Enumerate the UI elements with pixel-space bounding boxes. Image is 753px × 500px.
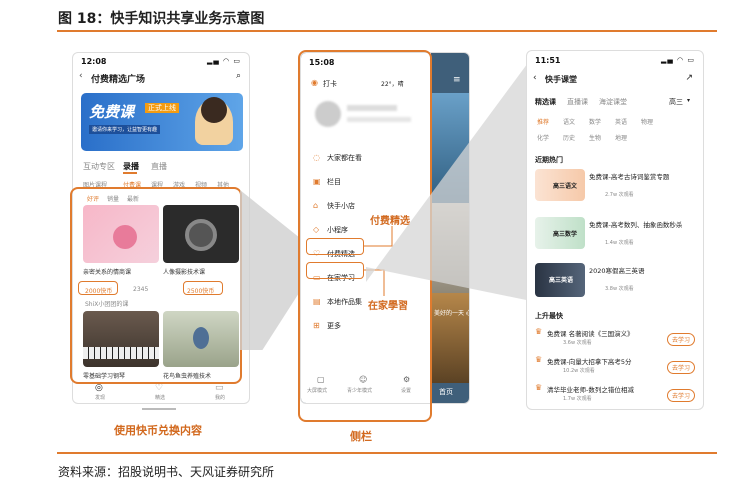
study-item-highlight bbox=[306, 262, 364, 279]
banner-subtitle: 正式上线 bbox=[145, 103, 179, 113]
tab-live[interactable]: 直播课 bbox=[567, 97, 588, 107]
hot-thumb-label: 高三数学 bbox=[553, 231, 578, 238]
subject-chip[interactable]: 英语 bbox=[615, 117, 627, 126]
banner-title: 免费课 bbox=[89, 103, 135, 121]
status-icons: ▂▄ ◠ ▭ bbox=[661, 56, 695, 64]
feed-image-bottom bbox=[431, 293, 469, 383]
study-button[interactable]: 去学习 bbox=[667, 389, 696, 402]
rising-meta: 3.6w 次观看 bbox=[563, 340, 592, 346]
figure-title: 图 18：快手知识共享业务示意图 bbox=[58, 11, 265, 27]
caption-use-kuaibi: 使用快币兑换内容 bbox=[114, 424, 202, 437]
subject-chip[interactable]: 化学 bbox=[537, 133, 549, 142]
hot-meta: 2.7w 次观看 bbox=[605, 192, 634, 198]
discover-icon[interactable]: ◎ bbox=[95, 383, 103, 393]
hot-title[interactable]: 2020寒假高三英语 bbox=[589, 265, 645, 275]
hot-thumb[interactable]: 高三英语 bbox=[535, 263, 585, 297]
tab-recorded[interactable]: 录播 bbox=[123, 161, 139, 172]
phone-kuaishou-classroom: 11:51 ▂▄ ◠ ▭ ‹ 快手课堂 ↗ 精选课 直播课 海淀课堂 高三 ▾ … bbox=[526, 50, 704, 410]
hot-thumb[interactable]: 高三语文 bbox=[535, 169, 585, 201]
grade-select[interactable]: 高三 bbox=[669, 97, 683, 107]
share-icon[interactable]: ↗ bbox=[685, 73, 693, 83]
subject-chip[interactable]: 生物 bbox=[589, 133, 601, 142]
caption-sidebar: 侧栏 bbox=[350, 430, 372, 443]
subject-chip[interactable]: 语文 bbox=[563, 117, 575, 126]
hot-thumb-label: 高三语文 bbox=[553, 183, 578, 190]
hot-thumb-label: 高三英语 bbox=[549, 277, 574, 284]
rising-title[interactable]: 免费课-向量大招拿下高考5分 bbox=[547, 356, 631, 366]
tab-live[interactable]: 直播 bbox=[151, 161, 167, 172]
subject-chip[interactable]: 物理 bbox=[641, 117, 653, 126]
tab-interactive[interactable]: 互动专区 bbox=[83, 161, 115, 172]
rising-meta: 10.2w 次观看 bbox=[563, 368, 595, 374]
rising-title[interactable]: 清华毕业老师-数列之错位相减 bbox=[547, 384, 634, 394]
back-icon[interactable]: ‹ bbox=[533, 73, 537, 83]
nav-discover[interactable]: 发现 bbox=[95, 394, 105, 401]
study-button[interactable]: 去学习 bbox=[667, 361, 696, 374]
home-indicator bbox=[142, 408, 176, 410]
bottom-rule bbox=[57, 452, 717, 454]
course-grid-highlight bbox=[70, 187, 242, 384]
crown-icon: ♛ bbox=[535, 355, 543, 364]
back-icon[interactable]: ‹ bbox=[79, 71, 83, 81]
crown-icon: ♛ bbox=[535, 327, 543, 336]
subject-chip[interactable]: 推荐 bbox=[537, 117, 549, 126]
status-icons: ▂▄ ◠ ▭ bbox=[207, 57, 241, 65]
hot-title[interactable]: 免费课-高考古诗词鉴赏专题 bbox=[589, 171, 669, 181]
nav-mine[interactable]: 我的 bbox=[215, 394, 225, 401]
connector-wedge bbox=[366, 52, 536, 302]
paid-item-highlight bbox=[306, 238, 364, 255]
page-title: 付费精选广场 bbox=[91, 75, 146, 85]
chevron-down-icon[interactable]: ▾ bbox=[687, 97, 690, 104]
top-rule bbox=[57, 30, 717, 32]
hot-thumb[interactable]: 高三数学 bbox=[535, 217, 585, 249]
nav-featured[interactable]: 精选 bbox=[155, 394, 165, 401]
section-rising: 上升最快 bbox=[535, 312, 563, 320]
search-icon[interactable]: ⌕ bbox=[236, 71, 241, 81]
home-label[interactable]: 首页 bbox=[439, 387, 453, 397]
source-note: 资料来源：招股说明书、天风证券研究所 bbox=[58, 465, 275, 479]
feed-overlay-text: 美好的一天 心情开始 bbox=[434, 310, 469, 317]
banner-note: 邀请你来学习，让益智更有趣 bbox=[89, 125, 161, 134]
mine-icon[interactable]: ▭ bbox=[215, 383, 224, 393]
hot-meta: 1.4w 次观看 bbox=[605, 240, 634, 246]
featured-icon[interactable]: ♡ bbox=[155, 383, 163, 393]
section-hot: 近期热门 bbox=[535, 156, 563, 164]
status-time: 11:51 bbox=[535, 56, 561, 65]
crown-icon: ♛ bbox=[535, 383, 543, 392]
status-time: 12:08 bbox=[81, 57, 107, 66]
hot-title[interactable]: 免费课-高考数列、抽象函数秒杀 bbox=[589, 219, 682, 229]
tab-selected[interactable]: 精选课 bbox=[535, 97, 556, 107]
rising-meta: 1.7w 次观看 bbox=[563, 396, 592, 402]
page-title: 快手课堂 bbox=[545, 75, 577, 84]
tab-haidian[interactable]: 海淀课堂 bbox=[599, 97, 627, 107]
subject-chip[interactable]: 数学 bbox=[589, 117, 601, 126]
study-button[interactable]: 去学习 bbox=[667, 333, 696, 346]
tab-underline bbox=[123, 172, 137, 174]
hot-meta: 3.8w 次观看 bbox=[605, 286, 634, 292]
promo-banner[interactable]: 免费课 正式上线 邀请你来学习，让益智更有趣 bbox=[81, 93, 243, 151]
banner-character bbox=[201, 97, 227, 123]
subject-chip[interactable]: 地理 bbox=[615, 133, 627, 142]
subject-chip[interactable]: 历史 bbox=[563, 133, 575, 142]
rising-title[interactable]: 免费课 名著阅读《三国演义》 bbox=[547, 328, 634, 338]
